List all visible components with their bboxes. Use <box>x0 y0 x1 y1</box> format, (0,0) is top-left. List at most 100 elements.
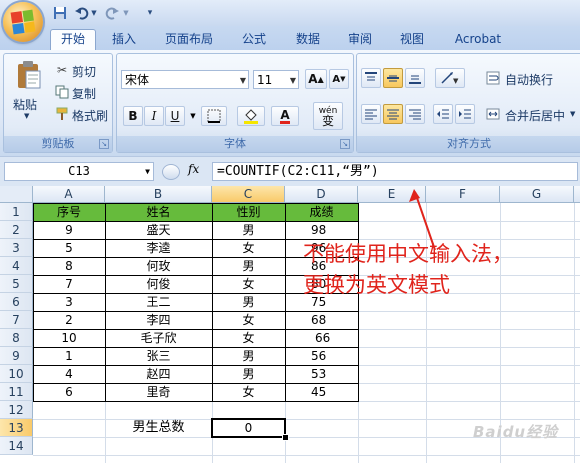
cut-button[interactable]: 剪切 <box>72 63 96 80</box>
formula-input[interactable]: =COUNTIF(C2:C11,“男”) <box>212 162 578 181</box>
name-box[interactable]: C13 ▼ <box>4 162 154 181</box>
phonetic-button[interactable]: wén 变 <box>313 102 343 130</box>
table-cell[interactable]: 男 <box>212 221 285 239</box>
row-header-10[interactable]: 10 <box>0 365 33 383</box>
select-all-corner[interactable] <box>0 186 33 203</box>
font-launcher-icon[interactable]: ↘ <box>340 139 350 149</box>
font-color-button[interactable]: A <box>271 106 299 126</box>
table-cell[interactable]: 女 <box>212 239 285 257</box>
fill-color-button[interactable] <box>237 106 265 126</box>
orientation-button[interactable]: ▼ <box>435 68 465 88</box>
redo-icon[interactable] <box>104 5 120 21</box>
table-cell[interactable]: 45 <box>285 383 358 401</box>
table-cell[interactable]: 男 <box>212 293 285 311</box>
table-cell[interactable]: 68 <box>285 311 358 329</box>
fill-handle[interactable] <box>282 434 289 441</box>
table-cell[interactable]: 男 <box>212 347 285 365</box>
paste-dropdown-icon[interactable]: ▼ <box>24 112 29 120</box>
row-header-9[interactable]: 9 <box>0 347 33 365</box>
tab-data[interactable]: 数据 <box>286 30 330 49</box>
format-painter-button[interactable]: 格式刷 <box>72 107 108 124</box>
header-cell-score[interactable]: 成绩 <box>285 203 358 221</box>
tab-insert[interactable]: 插入 <box>102 30 146 49</box>
row-header-11[interactable]: 11 <box>0 383 33 401</box>
table-cell[interactable]: 女 <box>212 329 285 347</box>
table-cell[interactable]: 3 <box>33 293 105 311</box>
undo-dropdown-icon[interactable]: ▼ <box>90 5 98 21</box>
table-cell[interactable]: 盛天 <box>105 221 212 239</box>
table-cell[interactable]: 男 <box>212 365 285 383</box>
table-cell[interactable]: 66 <box>285 329 358 347</box>
align-top-button[interactable] <box>361 68 381 88</box>
table-cell[interactable]: 王二 <box>105 293 212 311</box>
formula-bar-toggle-icon[interactable] <box>162 164 180 180</box>
header-cell-no[interactable]: 序号 <box>33 203 105 221</box>
customize-arrow-icon[interactable]: ▾ <box>144 5 156 21</box>
row-header-2[interactable]: 2 <box>0 221 33 239</box>
row-header-1[interactable]: 1 <box>0 203 33 221</box>
table-cell[interactable]: 1 <box>33 347 105 365</box>
grow-font-button[interactable]: A ▲ <box>305 69 327 89</box>
paste-button[interactable]: 粘贴 ▼ <box>10 58 46 120</box>
office-button[interactable] <box>3 2 43 42</box>
align-left-button[interactable] <box>361 104 381 124</box>
align-bottom-button[interactable] <box>405 68 425 88</box>
font-size-select[interactable]: 11 ▼ <box>253 70 299 89</box>
align-middle-button[interactable] <box>383 68 403 88</box>
merge-center-button[interactable]: 合并后居中 <box>505 107 565 124</box>
underline-dropdown-icon[interactable]: ▼ <box>185 108 201 124</box>
tab-formulas[interactable]: 公式 <box>232 30 276 49</box>
column-header-a[interactable]: A <box>33 186 105 203</box>
tab-acrobat[interactable]: Acrobat <box>446 30 510 49</box>
table-cell[interactable]: 李逵 <box>105 239 212 257</box>
row-header-12[interactable]: 12 <box>0 401 33 419</box>
row-header-8[interactable]: 8 <box>0 329 33 347</box>
tab-view[interactable]: 视图 <box>390 30 434 49</box>
font-name-select[interactable]: 宋体 ▼ <box>121 70 249 89</box>
table-cell[interactable]: 98 <box>285 221 358 239</box>
table-cell[interactable]: 53 <box>285 365 358 383</box>
column-header-g[interactable]: G <box>500 186 574 203</box>
wrap-text-button[interactable]: 自动换行 <box>505 71 553 88</box>
table-cell[interactable]: 毛子欣 <box>105 329 212 347</box>
clipboard-launcher-icon[interactable]: ↘ <box>99 139 109 149</box>
table-cell[interactable]: 张三 <box>105 347 212 365</box>
table-cell[interactable]: 9 <box>33 221 105 239</box>
shrink-font-button[interactable]: A ▼ <box>329 69 349 89</box>
table-cell[interactable]: 女 <box>212 383 285 401</box>
tab-review[interactable]: 审阅 <box>338 30 382 49</box>
column-header-c[interactable]: C <box>212 186 285 203</box>
row-header-5[interactable]: 5 <box>0 275 33 293</box>
row-header-14[interactable]: 14 <box>0 437 33 455</box>
decrease-indent-button[interactable] <box>433 104 453 124</box>
table-cell[interactable]: 何玫 <box>105 257 212 275</box>
row-header-3[interactable]: 3 <box>0 239 33 257</box>
merge-dropdown-icon[interactable]: ▼ <box>570 110 575 118</box>
align-right-button[interactable] <box>405 104 425 124</box>
row-header-6[interactable]: 6 <box>0 293 33 311</box>
align-center-button[interactable] <box>383 104 403 124</box>
table-cell[interactable]: 男 <box>212 257 285 275</box>
table-cell[interactable]: 女 <box>212 311 285 329</box>
tab-home[interactable]: 开始 <box>50 29 96 51</box>
table-cell[interactable]: 7 <box>33 275 105 293</box>
table-cell[interactable]: 何俊 <box>105 275 212 293</box>
male-total-label[interactable]: 男生总数 <box>105 419 212 437</box>
table-cell[interactable]: 8 <box>33 257 105 275</box>
bold-button[interactable]: B <box>123 106 143 126</box>
italic-button[interactable]: I <box>144 106 164 126</box>
underline-button[interactable]: U <box>165 106 185 126</box>
tab-page-layout[interactable]: 页面布局 <box>156 30 222 49</box>
table-cell[interactable]: 里奇 <box>105 383 212 401</box>
header-cell-gender[interactable]: 性别 <box>212 203 285 221</box>
column-header-d[interactable]: D <box>285 186 358 203</box>
row-header-4[interactable]: 4 <box>0 257 33 275</box>
undo-icon[interactable] <box>74 5 90 21</box>
header-cell-name[interactable]: 姓名 <box>105 203 212 221</box>
copy-button[interactable]: 复制 <box>72 85 96 102</box>
table-cell[interactable]: 56 <box>285 347 358 365</box>
table-cell[interactable]: 5 <box>33 239 105 257</box>
row-header-13[interactable]: 13 <box>0 419 33 437</box>
table-cell[interactable]: 10 <box>33 329 105 347</box>
table-cell[interactable]: 女 <box>212 275 285 293</box>
